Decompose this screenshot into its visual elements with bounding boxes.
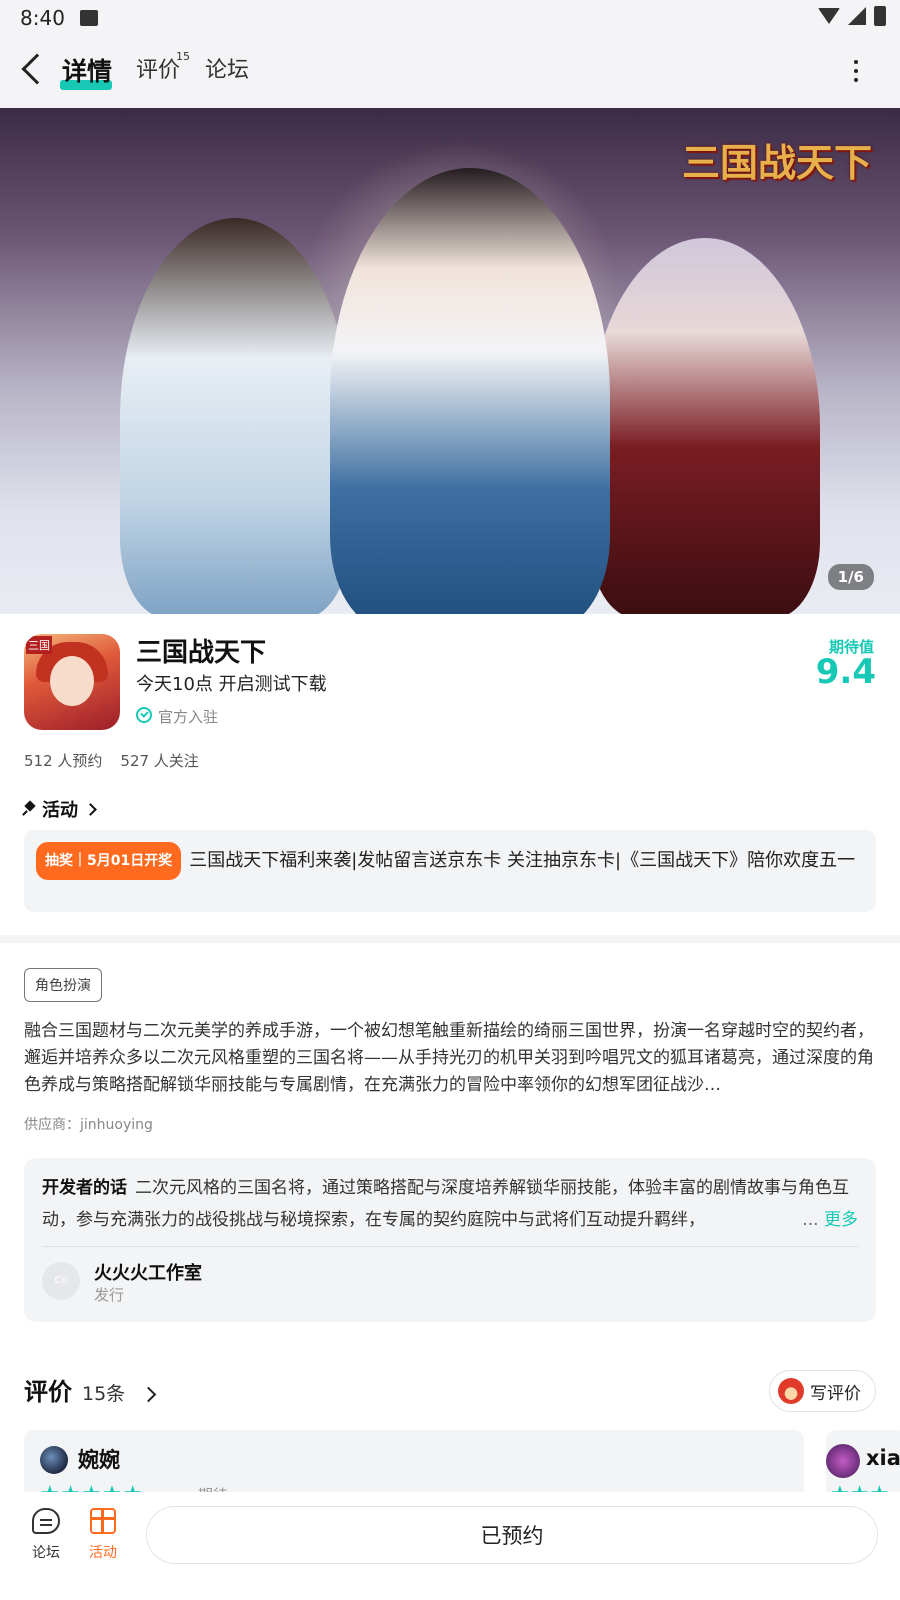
banner-character-center	[330, 168, 610, 614]
reservation-count: 512 人预约	[24, 752, 103, 770]
app-name: 三国战天下	[136, 638, 267, 668]
tab-review-count: 15	[176, 50, 190, 63]
banner-character-right	[590, 238, 820, 614]
developer-card-divider	[42, 1246, 858, 1247]
app-icon: 三国	[24, 634, 120, 730]
status-time: 8:40	[20, 6, 65, 30]
reviews-count: 15条	[82, 1383, 126, 1405]
app-subtitle: 今天10点 开启测试下载	[136, 674, 327, 695]
bottom-action-bar: 论坛 活动 已预约	[0, 1492, 900, 1600]
chevron-right-icon	[84, 802, 97, 816]
activity-title: 活动	[42, 800, 78, 821]
write-review-label: 写评价	[810, 1383, 861, 1404]
game-description[interactable]: 融合三国题材与二次元美学的养成手游，一个被幻想笔触重新描绘的绮丽三国世界，扮演一…	[24, 1018, 876, 1099]
supplier-label: 供应商：jinhuoying	[24, 1117, 153, 1133]
reserved-button[interactable]: 已预约	[146, 1506, 878, 1564]
chevron-right-icon	[140, 1386, 157, 1403]
bottom-forum-button[interactable]: 论坛	[21, 1508, 71, 1562]
banner-carousel[interactable]: 三国战天下 1/6	[0, 108, 900, 614]
app-detail-page: 8:40 详情 评价 15 论坛 三国战天下 1/6 三国 三国战天下 今天10…	[0, 0, 900, 1600]
developer-note-title: 开发者的话	[42, 1178, 127, 1198]
verified-check-icon	[136, 707, 152, 723]
game-logo: 三国战天下	[681, 140, 872, 185]
review-card[interactable]: 婉婉 ★★★★★ 期待	[24, 1430, 804, 1500]
reviewer-name: 婉婉	[78, 1448, 120, 1472]
bottom-activity-button[interactable]: 活动	[78, 1508, 128, 1562]
studio-role: 发行	[94, 1286, 125, 1304]
reviews-header[interactable]: 评价 15条	[24, 1372, 157, 1407]
studio-avatar[interactable]: Co	[42, 1262, 80, 1300]
developer-note-text: 二次元风格的三国名将，通过策略搭配与深度培养解锁华丽技能，体验丰富的剧情故事与角…	[42, 1178, 849, 1230]
activity-card[interactable]: 抽奖｜5月01日开奖 三国战天下福利来袭|发帖留言送京东卡 关注抽京东卡|《三国战…	[24, 830, 876, 912]
review-card[interactable]: xiao ★★★	[826, 1430, 900, 1500]
reviews-title: 评价	[24, 1378, 72, 1406]
verified-label: 官方入驻	[158, 708, 219, 726]
status-bar: 8:40	[0, 0, 900, 36]
tab-review[interactable]: 评价	[136, 52, 180, 84]
status-icons	[818, 6, 886, 26]
reviewer-avatar[interactable]	[826, 1444, 860, 1478]
developer-note-card[interactable]: 开发者的话 二次元风格的三国名将，通过策略搭配与深度培养解锁华丽技能，体验丰富的剧…	[24, 1158, 876, 1322]
gift-icon	[90, 1508, 116, 1534]
bottom-activity-label: 活动	[89, 1545, 117, 1561]
follower-count: 527 人关注	[120, 752, 199, 770]
banner-page-counter: 1/6	[827, 564, 874, 590]
tab-forum[interactable]: 论坛	[205, 52, 249, 84]
activity-header[interactable]: 活动	[24, 796, 97, 822]
more-options-icon[interactable]	[854, 60, 858, 84]
reviewer-name: xiao	[866, 1446, 900, 1470]
genre-tag[interactable]: 角色扮演	[24, 968, 102, 1002]
pin-icon	[24, 802, 36, 816]
banner-character-left	[120, 218, 350, 614]
expect-score: 9.4	[815, 652, 876, 692]
battery-icon	[874, 6, 886, 26]
bottom-forum-label: 论坛	[32, 1545, 60, 1561]
back-icon[interactable]	[21, 53, 53, 85]
chat-bubble-icon	[32, 1508, 60, 1534]
lottery-badge: 抽奖｜5月01日开奖	[36, 842, 182, 880]
developer-note-ellipsis: ...	[802, 1210, 819, 1230]
app-icon-tag: 三国	[26, 636, 52, 654]
top-nav: 详情 评价 15 论坛	[0, 36, 900, 108]
app-stats: 512 人预约 527 人关注	[24, 750, 199, 771]
signal-icon	[848, 7, 866, 25]
wifi-icon	[818, 8, 840, 24]
activity-text: 三国战天下福利来袭|发帖留言送京东卡 关注抽京东卡|《三国战天下》陪你欢度五一	[189, 850, 856, 871]
reviewer-avatar[interactable]	[40, 1446, 68, 1474]
section-divider	[0, 935, 900, 943]
developer-note-more-link[interactable]: 更多	[824, 1210, 858, 1230]
image-icon	[80, 10, 98, 26]
write-review-button[interactable]: 写评价	[769, 1370, 876, 1412]
studio-name[interactable]: 火火火工作室	[94, 1259, 202, 1285]
tab-detail[interactable]: 详情	[62, 52, 112, 88]
mascot-icon	[778, 1378, 804, 1404]
